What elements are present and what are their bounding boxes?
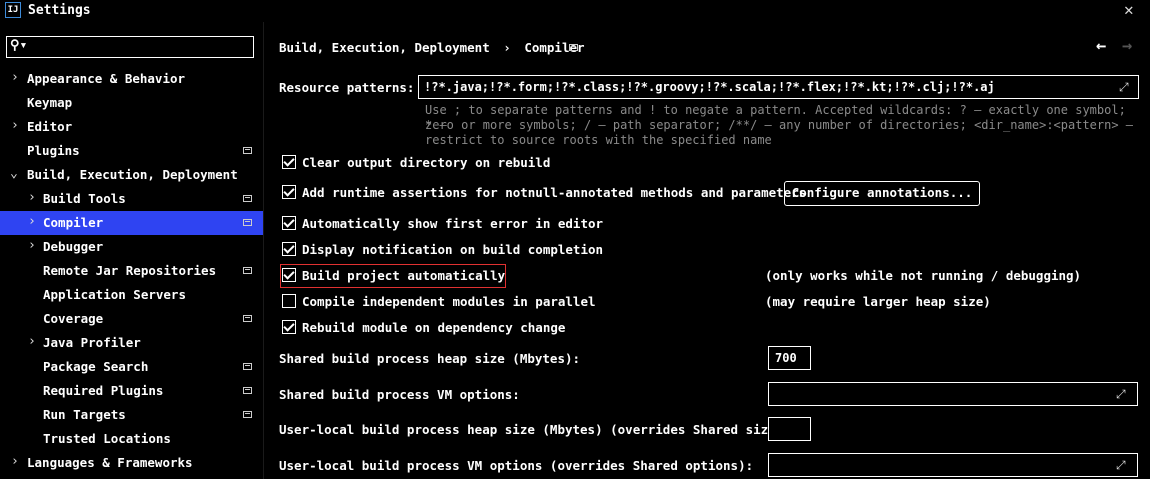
- search-input[interactable]: [32, 38, 247, 55]
- sidebar-item-label: Keymap: [27, 95, 73, 110]
- resource-patterns-hint-3: restrict to source roots with the specif…: [425, 133, 772, 147]
- sidebar-item-label: Application Servers: [43, 287, 186, 302]
- sidebar-item-debugger[interactable]: › Debugger: [0, 235, 263, 259]
- sidebar-item-package-search[interactable]: Package Search: [0, 355, 263, 379]
- intellij-logo-icon: IJ: [5, 2, 21, 18]
- sidebar-item-label: Plugins: [27, 143, 80, 158]
- sidebar-item-build-tools[interactable]: › Build Tools: [0, 187, 263, 211]
- show-first-error-checkbox[interactable]: [282, 216, 296, 230]
- configure-annotations-button[interactable]: Configure annotations...: [784, 181, 980, 206]
- sidebar-item-label: Trusted Locations: [43, 431, 171, 446]
- sidebar-item-java-profiler[interactable]: › Java Profiler: [0, 331, 263, 355]
- sidebar-item-label: Java Profiler: [43, 335, 141, 350]
- breadcrumb-parent[interactable]: Build, Execution, Deployment: [279, 40, 490, 55]
- back-arrow-icon[interactable]: ←: [1096, 36, 1106, 56]
- project-settings-icon: [243, 147, 252, 154]
- sidebar-item-label: Package Search: [43, 359, 149, 374]
- local-vm-field[interactable]: [768, 453, 1138, 477]
- breadcrumb: Build, Execution, Deployment › Compiler: [279, 40, 585, 55]
- notify-build-label[interactable]: Display notification on build completion: [302, 242, 603, 257]
- resource-patterns-label: Resource patterns:: [279, 80, 415, 95]
- title-bar: [0, 0, 1150, 22]
- expand-icon[interactable]: ⤢: [1116, 387, 1126, 402]
- sidebar-item-label: Editor: [27, 119, 73, 134]
- local-heap-field[interactable]: [768, 417, 811, 441]
- sidebar-item-label: Coverage: [43, 311, 104, 326]
- sidebar-item-label: Run Targets: [43, 407, 126, 422]
- sidebar-item-run-targets[interactable]: Run Targets: [0, 403, 263, 427]
- clear-output-label[interactable]: Clear output directory on rebuild: [302, 155, 550, 170]
- sidebar-item-compiler[interactable]: › Compiler: [0, 211, 263, 235]
- project-settings-icon: [243, 411, 252, 418]
- runtime-assertions-checkbox[interactable]: [282, 185, 296, 199]
- sidebar-item-label: Appearance & Behavior: [27, 71, 186, 86]
- runtime-assertions-label[interactable]: Add runtime assertions for notnull-annot…: [302, 185, 806, 200]
- compile-parallel-checkbox[interactable]: [282, 294, 296, 308]
- vm-options-label: Shared build process VM options:: [279, 387, 520, 402]
- sidebar-item-label: Remote Jar Repositories: [43, 263, 217, 278]
- search-icon[interactable]: ⚲▾: [10, 38, 27, 53]
- chevron-right-icon[interactable]: ›: [11, 118, 19, 133]
- sidebar-item-remote-jar-repositories[interactable]: Remote Jar Repositories: [0, 259, 263, 283]
- window-title: Settings: [28, 3, 91, 18]
- chevron-right-icon[interactable]: ›: [28, 214, 36, 229]
- resource-patterns-value[interactable]: !?*.java;!?*.form;!?*.class;!?*.groovy;!…: [424, 80, 995, 94]
- sidebar-item-label: Compiler: [43, 215, 104, 230]
- sidebar-item-plugins[interactable]: Plugins: [0, 139, 263, 163]
- show-first-error-label[interactable]: Automatically show first error in editor: [302, 216, 603, 231]
- chevron-right-icon[interactable]: ›: [11, 454, 19, 469]
- sidebar-item-label: Languages & Frameworks: [27, 455, 193, 470]
- project-settings-icon: [243, 267, 252, 274]
- notify-build-checkbox[interactable]: [282, 242, 296, 256]
- expand-icon[interactable]: ⤢: [1119, 80, 1129, 95]
- chevron-right-icon[interactable]: ›: [28, 238, 36, 253]
- sidebar-item-application-servers[interactable]: Application Servers: [0, 283, 263, 307]
- vm-options-field[interactable]: [768, 382, 1138, 406]
- sidebar-item-label: Required Plugins: [43, 383, 164, 398]
- sidebar-item-appearance[interactable]: › Appearance & Behavior: [0, 67, 263, 91]
- sidebar-item-build-execution-deployment[interactable]: ⌄ Build, Execution, Deployment: [0, 163, 263, 187]
- sidebar-item-label: Build Tools: [43, 191, 126, 206]
- build-automatically-checkbox[interactable]: [282, 268, 296, 282]
- resource-patterns-hint-2: zero or more symbols; / — path separator…: [425, 118, 1134, 132]
- project-settings-icon: [243, 315, 252, 322]
- sidebar-item-languages-frameworks[interactable]: › Languages & Frameworks: [0, 451, 263, 475]
- project-settings-icon: [243, 195, 252, 202]
- chevron-right-icon[interactable]: ›: [11, 70, 19, 85]
- sidebar-item-trusted-locations[interactable]: Trusted Locations: [0, 427, 263, 451]
- local-vm-label: User-local build process VM options (ove…: [279, 458, 754, 473]
- heap-size-value[interactable]: 700: [775, 351, 797, 365]
- project-settings-icon: [569, 44, 578, 51]
- sidebar-item-label: Debugger: [43, 239, 104, 254]
- clear-output-checkbox[interactable]: [282, 155, 296, 169]
- sidebar-item-required-plugins[interactable]: Required Plugins: [0, 379, 263, 403]
- chevron-right-icon[interactable]: ›: [28, 334, 36, 349]
- compile-parallel-label[interactable]: Compile independent modules in parallel: [302, 294, 596, 309]
- sidebar-item-coverage[interactable]: Coverage: [0, 307, 263, 331]
- project-settings-icon: [243, 363, 252, 370]
- expand-icon[interactable]: ⤢: [1116, 458, 1126, 473]
- breadcrumb-separator: ›: [503, 40, 511, 55]
- rebuild-dependency-label[interactable]: Rebuild module on dependency change: [302, 320, 565, 335]
- chevron-down-icon[interactable]: ⌄: [10, 166, 18, 181]
- close-icon[interactable]: ✕: [1124, 0, 1134, 19]
- project-settings-icon: [243, 219, 252, 226]
- sidebar-item-label: Build, Execution, Deployment: [27, 167, 238, 182]
- forward-arrow-icon[interactable]: →: [1122, 36, 1132, 56]
- sidebar-item-keymap[interactable]: Keymap: [0, 91, 263, 115]
- build-automatically-label[interactable]: Build project automatically: [302, 268, 505, 283]
- sidebar-item-editor[interactable]: › Editor: [0, 115, 263, 139]
- pane-divider[interactable]: [263, 22, 264, 479]
- project-settings-icon: [243, 387, 252, 394]
- build-automatically-note: (only works while not running / debuggin…: [765, 268, 1082, 283]
- compile-parallel-note: (may require larger heap size): [765, 294, 991, 309]
- rebuild-dependency-checkbox[interactable]: [282, 320, 296, 334]
- chevron-right-icon[interactable]: ›: [28, 190, 36, 205]
- heap-size-label: Shared build process heap size (Mbytes):: [279, 351, 581, 366]
- local-heap-label: User-local build process heap size (Mbyt…: [279, 422, 791, 437]
